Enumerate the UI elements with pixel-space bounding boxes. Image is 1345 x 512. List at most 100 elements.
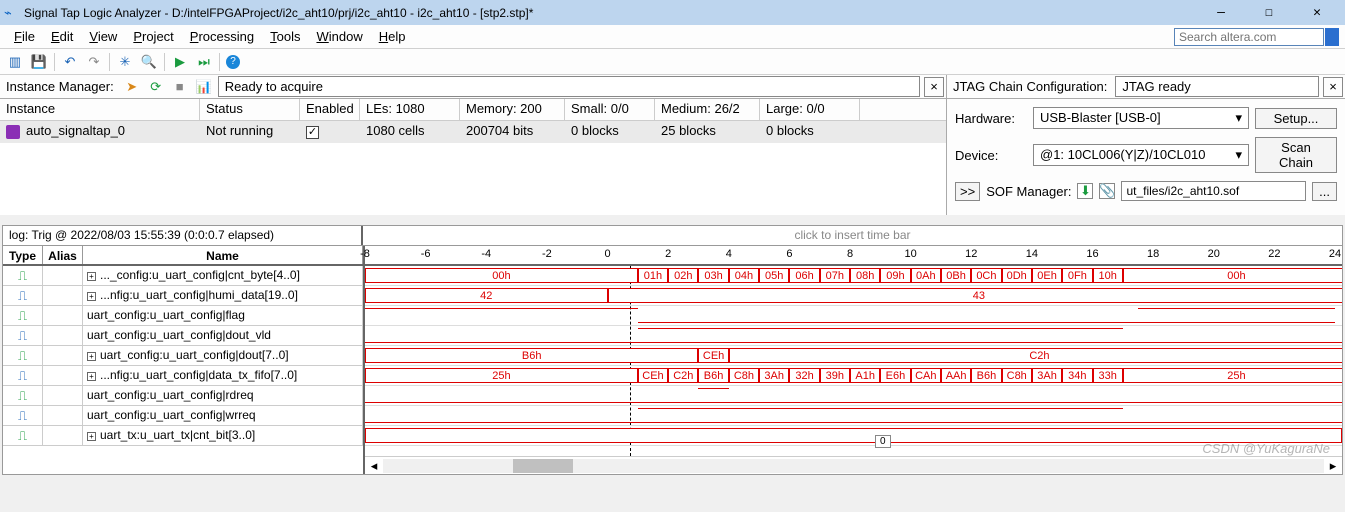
enabled-checkbox[interactable]: ✓ [306,126,319,139]
signal-name: +...nfig:u_uart_config|humi_data[19..0] [83,286,363,305]
signal-name-header: Type Alias Name [3,246,363,266]
timebar-hint[interactable]: click to insert time bar [363,226,1342,245]
device-label: Device: [955,148,1027,163]
signal-name: +uart_tx:u_uart_tx|cnt_bit[3..0] [83,426,363,445]
signal-alias[interactable] [43,366,83,385]
hardware-label: Hardware: [955,111,1027,126]
expand-icon[interactable]: + [87,372,96,381]
stop-icon[interactable]: ■ [168,77,192,97]
wave-row: 4243 [365,286,1342,306]
toolbar: ▥ 💾 ↶ ↷ ✳ 🔍 ▶ ⏭ ? [0,49,1345,75]
app-icon: ⌁ [4,5,20,21]
signal-row[interactable]: ⎍uart_config:u_uart_config|dout_vld [3,326,363,346]
signal-alias[interactable] [43,266,83,285]
instance-manager-label: Instance Manager: [0,79,120,94]
search-input[interactable] [1175,30,1323,44]
title-bar: ⌁ Signal Tap Logic Analyzer - D:/intelFP… [0,0,1345,25]
signal-alias[interactable] [43,306,83,325]
refresh-icon[interactable]: ⟳ [144,77,168,97]
menu-bar: FileEditViewProjectProcessingToolsWindow… [0,25,1345,49]
trigger-log: log: Trig @ 2022/08/03 15:55:39 (0:0:0.7… [3,226,363,245]
signal-alias[interactable] [43,406,83,425]
expand-icon[interactable]: + [87,292,96,301]
expand-icon[interactable]: + [87,432,96,441]
time-ruler: -8-6-4-2024681012141618202224 [365,246,1342,266]
signal-type-icon: ⎍ [3,366,43,385]
wand-icon[interactable]: ✳ [116,53,134,71]
waveform-panel: log: Trig @ 2022/08/03 15:55:39 (0:0:0.7… [2,225,1343,475]
menu-project[interactable]: Project [125,29,181,44]
signal-name: +uart_config:u_uart_config|dout[7..0] [83,346,363,365]
signal-row[interactable]: ⎍ +..._config:u_uart_config|cnt_byte[4..0… [3,266,363,286]
maximize-button[interactable]: ☐ [1257,1,1281,25]
chevron-down-icon: ▾ [1235,147,1242,163]
instance-table-header: Instance Status Enabled LEs: 1080 Memory… [0,99,946,121]
waveform-area[interactable]: -8-6-4-2024681012141618202224 00h01h02h0… [365,246,1342,474]
search-button[interactable] [1325,28,1339,46]
signal-type-icon: ⎍ [3,266,43,285]
signal-alias[interactable] [43,386,83,405]
window-title: Signal Tap Logic Analyzer - D:/intelFPGA… [24,6,1209,20]
jtag-close-button[interactable]: × [1323,77,1343,97]
jtag-panel: JTAG Chain Configuration: JTAG ready × H… [947,75,1345,215]
close-button[interactable]: ✕ [1305,1,1329,25]
cursor-icon[interactable]: ➤ [120,77,144,97]
signal-row[interactable]: ⎍ +uart_config:u_uart_config|dout[7..0] [3,346,363,366]
expand-icon[interactable]: + [87,352,96,361]
instance-row[interactable]: auto_signaltap_0 Not running ✓ 1080 cell… [0,121,946,143]
signal-row[interactable]: ⎍ uart_config:u_uart_config|rdreq [3,386,363,406]
save-icon[interactable]: 💾 [30,53,48,71]
signal-type-icon: ⎍ [3,346,43,365]
menu-view[interactable]: View [81,29,125,44]
signal-row[interactable]: ⎍+...nfig:u_uart_config|data_tx_fifo[7..… [3,366,363,386]
undo-icon[interactable]: ↶ [61,53,79,71]
zero-marker: 0 [875,435,891,448]
menu-processing[interactable]: Processing [182,29,262,44]
scan-chain-button[interactable]: Scan Chain [1255,137,1337,173]
expand-icon[interactable]: + [87,272,96,281]
wave-row: 25hCEhC2hB6hC8h3Ah32h39hA1hE6hCAhAAhB6hC… [365,366,1342,386]
minimize-button[interactable]: — [1209,1,1233,25]
menu-window[interactable]: Window [308,29,370,44]
menu-tools[interactable]: Tools [262,29,308,44]
signal-name: uart_config:u_uart_config|rdreq [83,386,363,405]
attach-icon[interactable]: 📎 [1099,183,1115,199]
signal-alias[interactable] [43,346,83,365]
signal-row[interactable]: ⎍uart_config:u_uart_config|wrreq [3,406,363,426]
setup-button[interactable]: Setup... [1255,108,1337,129]
redo-icon[interactable]: ↷ [85,53,103,71]
download-icon[interactable]: ⬇ [1077,183,1093,199]
signal-name: uart_config:u_uart_config|dout_vld [83,326,363,345]
panel-close-button[interactable]: × [924,77,944,97]
device-select[interactable]: @1: 10CL006(Y|Z)/10CL010▾ [1033,144,1249,166]
horizontal-scrollbar[interactable]: ◂▸ [365,456,1342,474]
menu-edit[interactable]: Edit [43,29,81,44]
signal-alias[interactable] [43,286,83,305]
signal-name: uart_config:u_uart_config|flag [83,306,363,325]
signal-type-icon: ⎍ [3,386,43,405]
signal-alias[interactable] [43,426,83,445]
instance-manager-panel: Instance Manager: ➤ ⟳ ■ 📊 Ready to acqui… [0,75,947,215]
wave-row: 00h01h02h03h04h05h06h07h08h09h0Ah0Bh0Ch0… [365,266,1342,286]
chip-icon[interactable]: ▥ [6,53,24,71]
menu-help[interactable]: Help [371,29,414,44]
run-all-icon[interactable]: ⏭ [195,53,213,71]
expand-button[interactable]: >> [955,182,980,201]
signal-row[interactable]: ⎍+...nfig:u_uart_config|humi_data[19..0] [3,286,363,306]
export-icon[interactable]: 📊 [192,77,216,97]
signal-row[interactable]: ⎍+uart_tx:u_uart_tx|cnt_bit[3..0] [3,426,363,446]
browse-button[interactable]: ... [1312,182,1337,201]
signal-row[interactable]: ⎍uart_config:u_uart_config|flag [3,306,363,326]
signal-alias[interactable] [43,326,83,345]
sof-file-input[interactable]: ut_files/i2c_aht10.sof [1121,181,1306,201]
signal-type-icon: ⎍ [3,406,43,425]
hardware-select[interactable]: USB-Blaster [USB-0]▾ [1033,107,1249,129]
run-icon[interactable]: ▶ [171,53,189,71]
help-icon[interactable]: ? [226,55,240,69]
sof-manager-label: SOF Manager: [986,184,1071,199]
search-box[interactable] [1174,28,1324,46]
binoculars-icon[interactable]: 🔍 [140,53,158,71]
signal-name: +..._config:u_uart_config|cnt_byte[4..0] [83,266,363,285]
menu-file[interactable]: File [6,29,43,44]
wave-row [365,326,1342,346]
